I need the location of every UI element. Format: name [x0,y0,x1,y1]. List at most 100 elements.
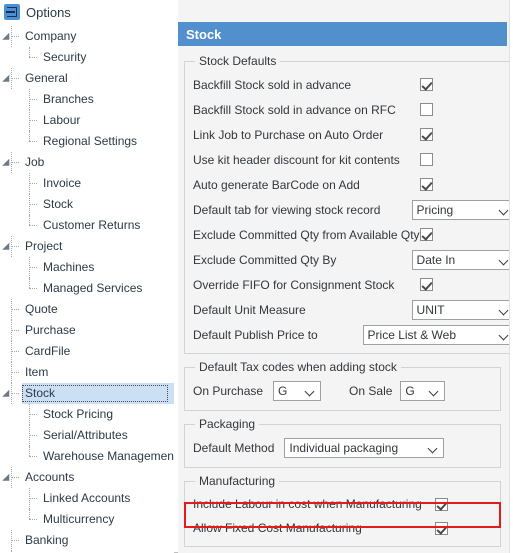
dropdown-exclude-committed-by[interactable]: Date In [411,249,513,270]
expander-triangle-icon[interactable] [2,389,13,401]
dropdown-default-tab-value: Pricing [416,202,454,217]
dropdown-on-purchase[interactable]: G [273,381,322,401]
window-title-bar: Options [0,0,174,24]
sidebar-item-banking[interactable]: Banking [0,530,174,551]
chevron-down-icon [500,307,507,314]
sidebar-item-regional-settings[interactable]: Regional Settings [0,131,174,152]
sidebar-item-serial-attributes[interactable]: Serial/Attributes [0,425,174,446]
checkbox-allow-fixed-cost[interactable] [435,521,448,535]
panel-header: Stock [178,22,507,46]
sidebar-item-project[interactable]: Project [0,236,174,257]
sidebar-item-machines[interactable]: Machines [0,257,174,278]
label-on-purchase: On Purchase [193,384,264,398]
group-tax-codes-legend: Default Tax codes when adding stock [199,360,397,374]
sidebar-item-label: General [25,71,68,85]
sidebar-item-stock[interactable]: Stock [0,194,174,215]
sidebar-item-multicurrency[interactable]: Multicurrency [0,509,174,530]
sidebar-item-label: Stock Pricing [43,407,114,421]
group-tax-codes: Default Tax codes when adding stock On P… [184,360,501,411]
checkbox-auto-barcode[interactable] [419,178,433,191]
label-backfill-stock: Backfill Stock sold in advance [193,77,352,92]
sidebar-item-company[interactable]: Company [0,26,174,47]
sidebar-item-stock[interactable]: Stock [0,383,174,404]
checkbox-link-job-purchase[interactable] [419,128,433,141]
sidebar-item-label: Linked Accounts [43,491,131,505]
sidebar-item-general[interactable]: General [0,68,174,89]
row-exclude-committed[interactable]: Exclude Committed Qty from Available Qty [193,222,513,247]
dropdown-exclude-committed-by-value: Date In [416,252,456,267]
sidebar-item-customer-returns[interactable]: Customer Returns [0,215,174,236]
sidebar-item-label: Invoice [43,176,82,190]
dropdown-default-unit-measure[interactable]: UNIT [411,299,513,320]
expander-triangle-icon[interactable] [2,473,13,485]
sidebar-item-label: Warehouse Management [43,449,174,463]
sidebar-item-job[interactable]: Job [0,152,174,173]
dropdown-on-sale[interactable]: G [400,381,446,401]
sidebar-item-label: Item [25,365,49,379]
expander-triangle-icon[interactable] [2,242,13,254]
label-on-sale: On Sale [349,384,393,398]
sidebar-item-labour[interactable]: Labour [0,110,174,131]
sidebar-item-branches[interactable]: Branches [0,89,174,110]
row-allow-fixed-cost[interactable]: Allow Fixed Cost Manufacturing [193,516,492,540]
sidebar-item-invoice[interactable]: Invoice [0,173,174,194]
sidebar-item-label: Serial/Attributes [43,428,128,442]
dropdown-default-publish-price[interactable]: Price List & Web [362,324,513,345]
expander-triangle-icon[interactable] [2,32,13,44]
row-backfill-stock[interactable]: Backfill Stock sold in advance [193,72,513,97]
options-main-panel: Stock Stock Defaults Backfill Stock sold… [178,0,513,553]
row-link-job-purchase[interactable]: Link Job to Purchase on Auto Order [193,122,513,147]
expander-triangle-icon[interactable] [2,158,13,170]
dropdown-default-method[interactable]: Individual packaging [284,438,445,458]
sidebar-item-security[interactable]: Security [0,47,174,68]
sidebar-item-label: Company [25,29,77,43]
dropdown-default-method-value: Individual packaging [289,441,399,455]
label-auto-barcode: Auto generate BarCode on Add [193,177,360,192]
dropdown-default-unit-measure-value: UNIT [416,302,445,317]
row-default-tab[interactable]: Default tab for viewing stock record Pri… [193,197,513,222]
sidebar-item-label: Job [25,155,45,169]
row-default-publish-price[interactable]: Default Publish Price to Price List & We… [193,322,513,347]
label-default-method: Default Method [193,441,275,455]
sidebar-item-label: Machines [43,260,95,274]
sidebar-item-linked-accounts[interactable]: Linked Accounts [0,488,174,509]
label-include-labour: Include Labour in cost when Manufacturin… [193,497,422,511]
sidebar-item-label: Purchase [25,323,76,337]
sidebar-item-stock-pricing[interactable]: Stock Pricing [0,404,174,425]
checkbox-exclude-committed[interactable] [419,228,433,241]
row-backfill-stock-rfc[interactable]: Backfill Stock sold in advance on RFC [193,97,513,122]
checkbox-backfill-stock[interactable] [419,78,433,91]
sidebar-item-cardfile[interactable]: CardFile [0,341,174,362]
panel-body: Stock Defaults Backfill Stock sold in ad… [178,46,513,553]
label-backfill-stock-rfc: Backfill Stock sold in advance on RFC [193,102,396,117]
dropdown-default-tab[interactable]: Pricing [411,199,513,220]
row-auto-barcode[interactable]: Auto generate BarCode on Add [193,172,513,197]
settings-tree[interactable]: Company Security General Branches Labour Regi… [0,24,174,553]
sidebar-item-label: Stock [25,386,56,400]
row-include-labour[interactable]: Include Labour in cost when Manufacturin… [193,492,492,516]
options-app-icon [4,4,20,20]
row-exclude-committed-by[interactable]: Exclude Committed Qty By Date In [193,247,513,272]
sidebar-item-item[interactable]: Item [0,362,174,383]
sidebar-item-quote[interactable]: Quote [0,299,174,320]
checkbox-include-labour[interactable] [435,497,448,511]
sidebar-item-accounts[interactable]: Accounts [0,467,174,488]
sidebar-item-purchase[interactable]: Purchase [0,320,174,341]
sidebar-item-label: CardFile [25,344,71,358]
sidebar-item-warehouse-management[interactable]: Warehouse Management [0,446,174,467]
checkbox-kit-header-discount[interactable] [419,153,433,166]
sidebar-item-label: Customer Returns [43,218,141,232]
sidebar-item-label: Accounts [25,470,75,484]
checkbox-override-fifo[interactable] [419,278,433,291]
expander-triangle-icon[interactable] [2,74,13,86]
sidebar-item-label: Multicurrency [43,512,115,526]
row-default-unit-measure[interactable]: Default Unit Measure UNIT [193,297,513,322]
row-override-fifo[interactable]: Override FIFO for Consignment Stock [193,272,513,297]
chevron-down-icon [430,388,437,395]
label-link-job-purchase: Link Job to Purchase on Auto Order [193,127,384,142]
sidebar-item-label: Banking [25,533,69,547]
sidebar-item-managed-services[interactable]: Managed Services [0,278,174,299]
label-default-unit-measure: Default Unit Measure [193,302,306,317]
checkbox-backfill-stock-rfc[interactable] [419,103,433,116]
row-kit-header-discount[interactable]: Use kit header discount for kit contents [193,147,513,172]
